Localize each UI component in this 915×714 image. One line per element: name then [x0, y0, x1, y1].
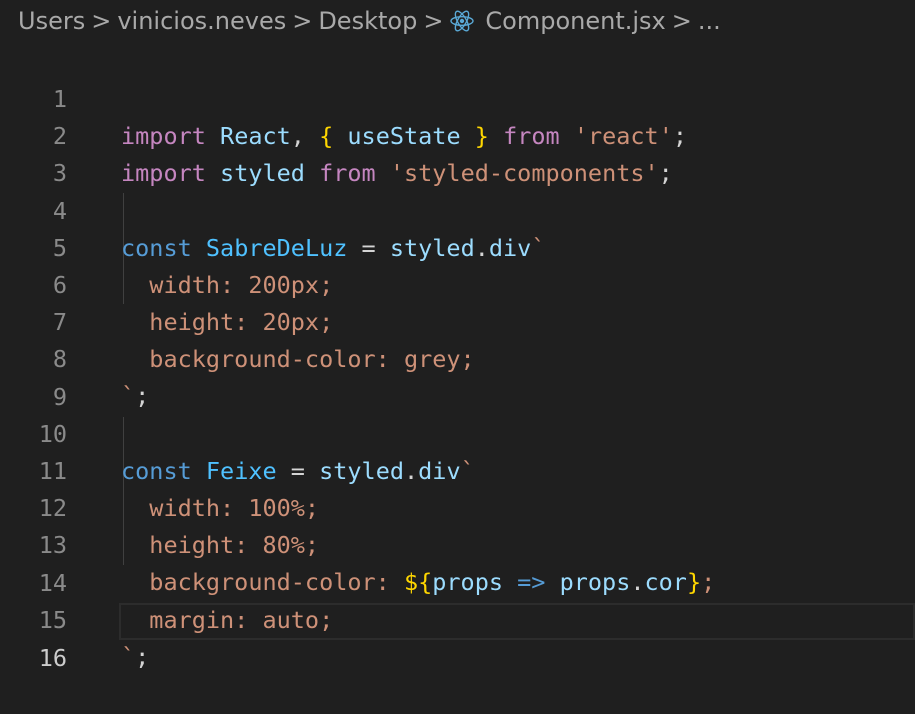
- code-line-16[interactable]: 16: [0, 603, 915, 672]
- code-line-7[interactable]: 7 background-color: grey;: [0, 267, 915, 373]
- code-line-2[interactable]: 2 import styled from 'styled-components'…: [0, 81, 915, 187]
- chevron-right-icon: >: [423, 7, 444, 35]
- code-line-10[interactable]: 10 const Feixe = styled.div`: [0, 379, 915, 485]
- line-number: 16: [38, 644, 67, 672]
- breadcrumb-desktop[interactable]: Desktop: [318, 7, 417, 35]
- code-line-6[interactable]: 6 height: 20px;: [0, 230, 915, 336]
- react-icon: [449, 8, 475, 34]
- code-line-4[interactable]: 4 const SabreDeLuz = styled.div`: [0, 156, 915, 262]
- breadcrumb-users[interactable]: Users: [18, 7, 85, 35]
- code-editor[interactable]: 1 import React, { useState } from 'react…: [0, 42, 915, 672]
- chevron-right-icon: >: [292, 7, 313, 35]
- code-line-15[interactable]: 15 `;: [0, 565, 915, 671]
- code-text: `;: [121, 643, 150, 671]
- code-line-5[interactable]: 5 width: 200px;: [0, 193, 915, 299]
- chevron-right-icon: >: [671, 7, 692, 35]
- code-line-8[interactable]: 8 `;: [0, 304, 915, 410]
- code-line-14[interactable]: 14 margin: auto;: [0, 528, 915, 634]
- code-line-9[interactable]: 9: [0, 342, 915, 411]
- breadcrumb: Users > vinicios.neves > Desktop > Compo…: [0, 0, 915, 42]
- breadcrumb-file[interactable]: Component.jsx: [485, 7, 665, 35]
- breadcrumb-vinicios-neves[interactable]: vinicios.neves: [117, 7, 286, 35]
- breadcrumb-more[interactable]: ...: [698, 7, 721, 35]
- chevron-right-icon: >: [91, 7, 112, 35]
- code-line-1[interactable]: 1 import React, { useState } from 'react…: [0, 44, 915, 150]
- code-line-13[interactable]: 13 background-color: ${props => props.co…: [0, 490, 915, 596]
- code-line-11[interactable]: 11 width: 100%;: [0, 416, 915, 522]
- code-line-3[interactable]: 3: [0, 118, 915, 187]
- code-line-12[interactable]: 12 height: 80%;: [0, 453, 915, 559]
